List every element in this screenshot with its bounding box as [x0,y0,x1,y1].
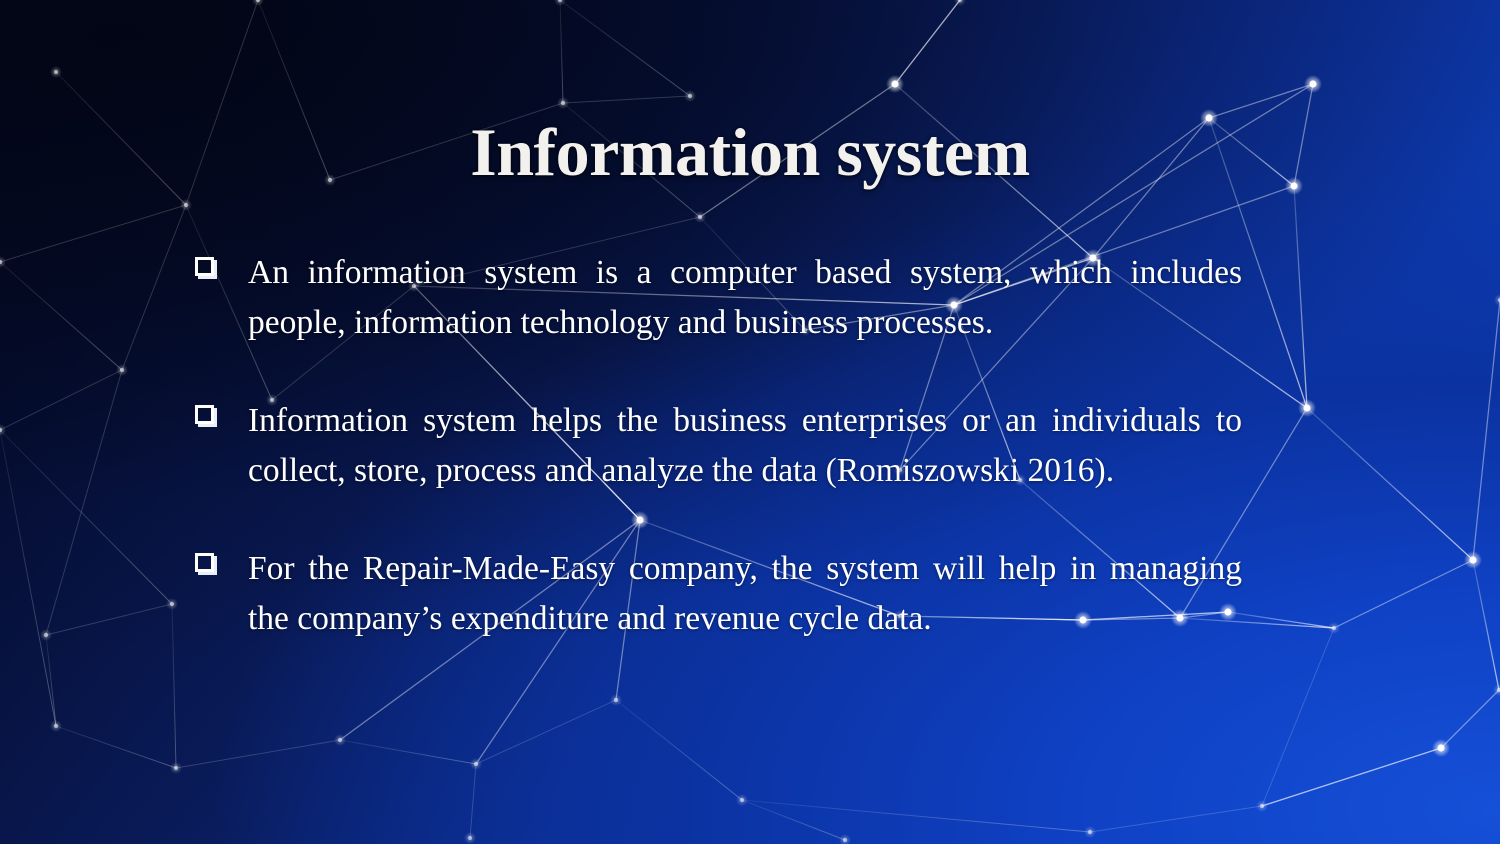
bullet-item-3: For the Repair-Made-Easy company, the sy… [190,544,1242,644]
page-title: Information system [470,114,1030,190]
square-bullet-icon [190,544,248,586]
bullet-text-2: Information system helps the business en… [248,402,1242,489]
presentation-slide: Information system An information system… [0,0,1500,844]
bullet-text-3: For the Repair-Made-Easy company, the sy… [248,550,1242,637]
square-bullet-icon [190,248,248,290]
square-bullet-icon [190,396,248,438]
bullet-item-2: Information system helps the business en… [190,396,1242,496]
bullet-text-1: An information system is a computer base… [248,254,1242,341]
slide-title-block: Information system [0,114,1500,190]
bullet-item-1: An information system is a computer base… [190,248,1242,348]
slide-body: An information system is a computer base… [190,248,1242,644]
